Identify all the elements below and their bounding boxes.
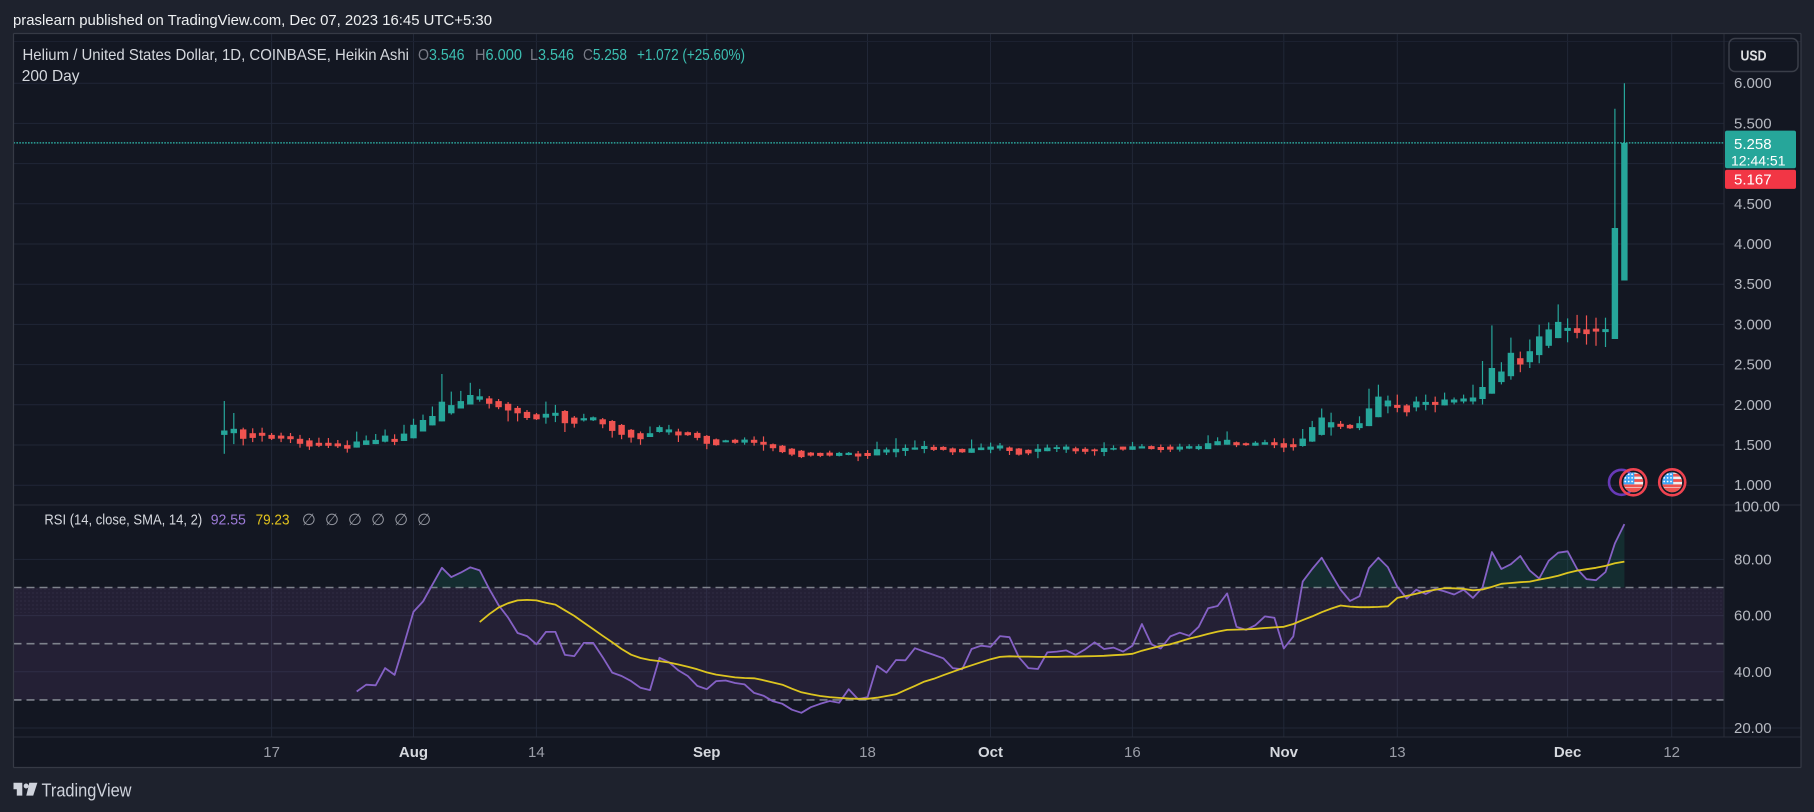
svg-text:RSI (14, close, SMA, 14, 2): RSI (14, close, SMA, 14, 2) — [44, 512, 202, 529]
svg-text:Helium / United States Dollar,: Helium / United States Dollar, 1D, COINB… — [23, 47, 410, 64]
svg-text:3.500: 3.500 — [1734, 276, 1772, 293]
svg-text:18: 18 — [859, 744, 876, 761]
svg-text:TradingView: TradingView — [42, 781, 133, 801]
svg-text:USD: USD — [1741, 48, 1767, 65]
svg-text:Sep: Sep — [693, 744, 721, 761]
svg-text:4.000: 4.000 — [1734, 236, 1772, 253]
svg-text:C5.258: C5.258 — [583, 47, 627, 64]
svg-text:∅: ∅ — [417, 512, 431, 529]
svg-text:1.500: 1.500 — [1734, 437, 1772, 454]
svg-text:∅: ∅ — [302, 512, 316, 529]
svg-text:Aug: Aug — [399, 744, 428, 761]
svg-text:Dec: Dec — [1554, 744, 1582, 761]
svg-text:praslearn published on Trading: praslearn published on TradingView.com, … — [13, 12, 492, 29]
svg-text:12:44:51: 12:44:51 — [1731, 153, 1786, 169]
svg-text:5.500: 5.500 — [1734, 115, 1772, 132]
svg-text:17: 17 — [263, 744, 280, 761]
svg-text:5.258: 5.258 — [1734, 136, 1772, 153]
svg-text:∅: ∅ — [325, 512, 339, 529]
svg-text:Nov: Nov — [1270, 744, 1299, 761]
svg-text:4.500: 4.500 — [1734, 196, 1772, 213]
svg-text:16: 16 — [1124, 744, 1141, 761]
svg-text:3.000: 3.000 — [1734, 316, 1772, 333]
svg-text:60.00: 60.00 — [1734, 608, 1772, 625]
svg-text:Oct: Oct — [978, 744, 1003, 761]
svg-text:79.23: 79.23 — [256, 512, 290, 529]
svg-text:H6.000: H6.000 — [475, 47, 522, 64]
svg-text:200 Day: 200 Day — [22, 68, 80, 85]
svg-text:∅: ∅ — [394, 512, 408, 529]
svg-text:92.55: 92.55 — [211, 512, 246, 529]
svg-text:80.00: 80.00 — [1734, 551, 1772, 568]
svg-text:∅: ∅ — [371, 512, 385, 529]
svg-text:O3.546: O3.546 — [418, 47, 465, 64]
svg-text:2.500: 2.500 — [1734, 357, 1772, 374]
svg-text:2.000: 2.000 — [1734, 397, 1772, 414]
svg-text:6.000: 6.000 — [1734, 75, 1772, 92]
svg-text:100.00: 100.00 — [1734, 499, 1780, 516]
svg-text:1.000: 1.000 — [1734, 477, 1772, 494]
svg-text:∅: ∅ — [348, 512, 362, 529]
svg-text:12: 12 — [1663, 744, 1680, 761]
svg-text:+1.072 (+25.60%): +1.072 (+25.60%) — [637, 47, 745, 64]
svg-text:20.00: 20.00 — [1734, 720, 1772, 737]
svg-text:L3.546: L3.546 — [530, 47, 574, 64]
svg-text:14: 14 — [528, 744, 545, 761]
svg-text:5.167: 5.167 — [1734, 171, 1772, 188]
svg-text:40.00: 40.00 — [1734, 664, 1772, 681]
svg-text:13: 13 — [1389, 744, 1406, 761]
